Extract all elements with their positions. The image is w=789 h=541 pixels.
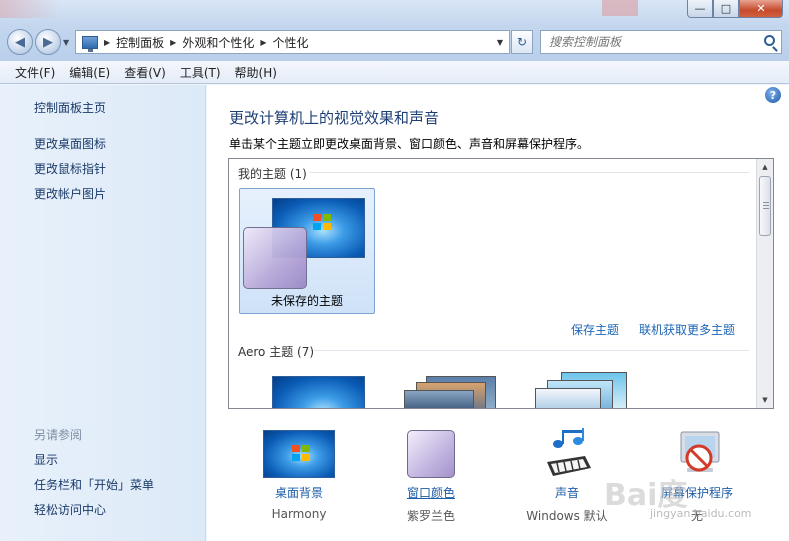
change-mouse-pointers-link[interactable]: 更改鼠标指针	[34, 160, 106, 177]
scroll-thumb[interactable]	[759, 176, 771, 236]
aero-theme-architecture-thumbnail[interactable]	[404, 372, 504, 408]
maximize-button[interactable]: □	[713, 0, 739, 18]
desktop-background-icon[interactable]	[263, 430, 335, 478]
navigation-bar: ◀ ▶ ▼ ▶ 控制面板 ▶ 外观和个性化 ▶ 个性化 ▼ ↻	[0, 26, 789, 60]
menu-view[interactable]: 查看(V)	[117, 64, 173, 81]
task-pane: 控制面板主页 更改桌面图标 更改鼠标指针 更改帐户图片 另请参阅 显示 任务栏和…	[0, 85, 206, 541]
taskbar-start-menu-link[interactable]: 任务栏和「开始」菜单	[34, 476, 154, 493]
windows-logo-icon	[292, 445, 312, 463]
forward-button[interactable]: ▶	[35, 29, 61, 55]
minimize-button[interactable]: —	[687, 0, 713, 18]
refresh-button[interactable]: ↻	[511, 30, 533, 54]
setting-value: Harmony	[271, 507, 327, 521]
scroll-up-arrow[interactable]: ▲	[757, 159, 773, 175]
menu-bar: 文件(F) 编辑(E) 查看(V) 工具(T) 帮助(H)	[0, 61, 789, 84]
theme-list[interactable]: 我的主题 (1) 未保存的主题 保存主题 联机获取更多主题 Aero 主题 (7…	[228, 158, 774, 409]
recent-pages-dropdown[interactable]: ▼	[63, 38, 69, 47]
change-account-picture-link[interactable]: 更改帐户图片	[34, 185, 106, 202]
breadcrumb-control-panel[interactable]: 控制面板	[116, 34, 164, 51]
main-content: ? 更改计算机上的视觉效果和声音 单击某个主题立即更改桌面背景、窗口颜色、声音和…	[207, 85, 789, 541]
scroll-down-arrow[interactable]: ▼	[757, 392, 773, 408]
baidu-watermark-url: jingyan.baidu.com	[650, 507, 752, 520]
search-input[interactable]	[549, 35, 749, 49]
breadcrumb-appearance[interactable]: 外观和个性化	[182, 34, 254, 51]
display-link[interactable]: 显示	[34, 451, 58, 468]
personalization-window: — □ ✕ ◀ ▶ ▼ ▶ 控制面板 ▶ 外观和个性化 ▶ 个性化 ▼ ↻ 文件…	[0, 0, 789, 541]
menu-file[interactable]: 文件(F)	[8, 64, 62, 81]
control-panel-icon	[82, 35, 98, 52]
setting-value: 紫罗兰色	[406, 509, 455, 523]
control-panel-home-link[interactable]: 控制面板主页	[34, 99, 106, 116]
setting-label[interactable]: 桌面背景	[239, 484, 359, 501]
menu-edit[interactable]: 编辑(E)	[62, 64, 117, 81]
page-title: 更改计算机上的视觉效果和声音	[229, 109, 440, 127]
window-color-swatch	[243, 227, 307, 289]
vertical-scrollbar[interactable]: ▲ ▼	[756, 159, 773, 408]
chevron-right-icon[interactable]: ▶	[104, 38, 110, 47]
address-dropdown-icon[interactable]: ▼	[497, 38, 503, 47]
window-color-icon[interactable]	[407, 430, 455, 478]
search-icon[interactable]	[764, 35, 775, 46]
sounds-icon[interactable]	[545, 428, 593, 480]
menu-tools[interactable]: 工具(T)	[173, 64, 228, 81]
glass-reflection	[0, 0, 60, 18]
chevron-right-icon[interactable]: ▶	[170, 38, 176, 47]
address-bar[interactable]: ▶ 控制面板 ▶ 外观和个性化 ▶ 个性化 ▼	[75, 30, 510, 54]
ease-of-access-link[interactable]: 轻松访问中心	[34, 501, 106, 518]
see-also-heading: 另请参阅	[34, 428, 83, 442]
theme-name: 未保存的主题	[270, 294, 343, 308]
title-bar: — □ ✕	[0, 0, 789, 26]
breadcrumb-personalization[interactable]: 个性化	[273, 34, 309, 51]
get-more-themes-link[interactable]: 联机获取更多主题	[639, 321, 735, 338]
glass-reflection	[602, 0, 638, 16]
change-desktop-icons-link[interactable]: 更改桌面图标	[34, 135, 106, 152]
aero-theme-characters-thumbnail[interactable]	[529, 372, 629, 408]
help-icon[interactable]: ?	[765, 87, 781, 103]
chevron-right-icon[interactable]: ▶	[260, 38, 266, 47]
close-button[interactable]: ✕	[739, 0, 783, 18]
aero-theme-windows7-thumbnail[interactable]	[272, 376, 365, 408]
save-theme-link[interactable]: 保存主题	[571, 321, 619, 338]
windows-logo-icon	[313, 214, 333, 232]
page-description: 单击某个主题立即更改桌面背景、窗口颜色、声音和屏幕保护程序。	[229, 137, 590, 151]
search-box[interactable]	[540, 30, 782, 54]
back-button[interactable]: ◀	[7, 29, 33, 55]
setting-label[interactable]: 窗口颜色	[371, 484, 491, 501]
my-themes-group-label: 我的主题 (1)	[238, 167, 307, 181]
window-controls: — □ ✕	[687, 0, 783, 18]
group-divider	[309, 172, 749, 173]
menu-help[interactable]: 帮助(H)	[228, 64, 284, 81]
unsaved-theme-tile[interactable]: 未保存的主题	[239, 188, 375, 314]
group-divider	[314, 350, 749, 351]
aero-themes-group-label: Aero 主题 (7)	[238, 345, 315, 359]
